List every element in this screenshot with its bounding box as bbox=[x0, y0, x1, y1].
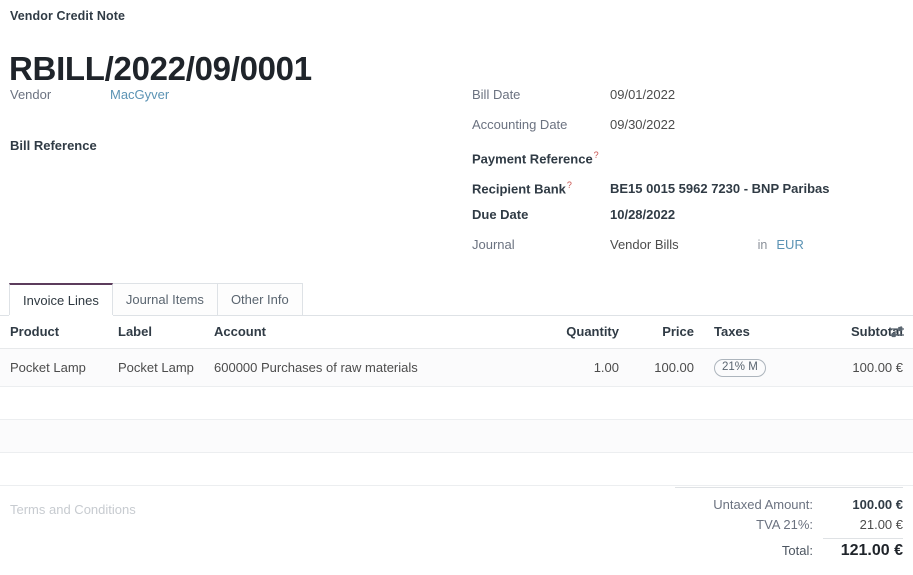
field-journal: Journal Vendor Bills in EUR bbox=[462, 236, 913, 266]
cell-empty[interactable] bbox=[204, 387, 534, 420]
field-accounting-date-value[interactable]: 09/30/2022 bbox=[610, 116, 913, 134]
field-recipient-bank-label-text: Recipient Bank bbox=[472, 181, 566, 196]
help-question-icon[interactable]: ? bbox=[567, 180, 572, 190]
cell-empty[interactable] bbox=[814, 453, 913, 486]
table-header-row: Product Label Account Quantity Price Tax… bbox=[0, 316, 913, 349]
field-due-date-label: Due Date bbox=[462, 206, 610, 224]
table-row-empty[interactable] bbox=[0, 387, 913, 420]
table-row-empty[interactable] bbox=[0, 453, 913, 486]
terms-and-conditions-placeholder[interactable]: Terms and Conditions bbox=[10, 502, 136, 517]
field-bill-reference-label: Bill Reference bbox=[0, 137, 110, 155]
field-bill-date-label: Bill Date bbox=[462, 86, 610, 104]
tab-invoice-lines[interactable]: Invoice Lines bbox=[9, 283, 113, 315]
cell-empty[interactable] bbox=[0, 420, 108, 453]
total-row-grand: Total: 121.00 € bbox=[675, 538, 903, 561]
column-header-price[interactable]: Price bbox=[629, 316, 704, 349]
field-due-date-value[interactable]: 10/28/2022 bbox=[610, 206, 913, 224]
cell-empty[interactable] bbox=[704, 420, 814, 453]
field-bill-date: Bill Date 09/01/2022 bbox=[462, 86, 913, 116]
tab-journal-items[interactable]: Journal Items bbox=[112, 283, 218, 315]
field-bill-reference: Bill Reference bbox=[0, 137, 450, 167]
column-header-label[interactable]: Label bbox=[108, 316, 204, 349]
vendor-link[interactable]: MacGyver bbox=[110, 87, 169, 102]
cell-empty[interactable] bbox=[108, 453, 204, 486]
header-fields-right: Bill Date 09/01/2022 Accounting Date 09/… bbox=[462, 86, 913, 266]
field-vendor-label: Vendor bbox=[0, 86, 110, 104]
journal-name[interactable]: Vendor Bills bbox=[610, 236, 679, 254]
cell-account[interactable]: 600000 Purchases of raw materials bbox=[204, 349, 534, 387]
cell-empty[interactable] bbox=[704, 387, 814, 420]
field-bill-date-value[interactable]: 09/01/2022 bbox=[610, 86, 913, 104]
column-header-product[interactable]: Product bbox=[0, 316, 108, 349]
field-journal-value: Vendor Bills in EUR bbox=[610, 236, 913, 254]
field-vendor: Vendor MacGyver bbox=[0, 86, 450, 116]
field-recipient-bank-label: Recipient Bank? bbox=[462, 176, 610, 198]
total-value-tax: 21.00 € bbox=[823, 515, 903, 535]
field-payment-reference-label: Payment Reference? bbox=[462, 146, 610, 168]
cell-empty[interactable] bbox=[629, 453, 704, 486]
field-payment-reference: Payment Reference? bbox=[462, 146, 913, 176]
column-header-account[interactable]: Account bbox=[204, 316, 534, 349]
cell-empty[interactable] bbox=[534, 453, 629, 486]
cell-empty[interactable] bbox=[814, 420, 913, 453]
field-vendor-value: MacGyver bbox=[110, 86, 450, 104]
cell-price[interactable]: 100.00 bbox=[629, 349, 704, 387]
cell-empty[interactable] bbox=[204, 453, 534, 486]
total-label-untaxed: Untaxed Amount: bbox=[713, 495, 823, 515]
cell-empty[interactable] bbox=[534, 387, 629, 420]
field-recipient-bank-value[interactable]: BE15 0015 5962 7230 - BNP Paribas bbox=[610, 180, 913, 198]
cell-empty[interactable] bbox=[629, 420, 704, 453]
total-row-tax: TVA 21%: 21.00 € bbox=[675, 515, 903, 535]
invoice-lines-table: Product Label Account Quantity Price Tax… bbox=[0, 316, 913, 486]
total-row-untaxed: Untaxed Amount: 100.00 € bbox=[675, 495, 903, 515]
page-title: RBILL/2022/09/0001 bbox=[9, 49, 312, 89]
currency-link[interactable]: EUR bbox=[776, 236, 803, 254]
column-header-subtotal[interactable]: Subtotal bbox=[814, 316, 913, 349]
column-header-taxes[interactable]: Taxes bbox=[704, 316, 814, 349]
cell-empty[interactable] bbox=[108, 420, 204, 453]
cell-empty[interactable] bbox=[0, 387, 108, 420]
notebook-tab-bar: Invoice Lines Journal Items Other Info bbox=[0, 283, 913, 316]
cell-taxes[interactable]: 21% M bbox=[704, 349, 814, 387]
field-accounting-date-label: Accounting Date bbox=[462, 116, 610, 134]
total-label-grand: Total: bbox=[782, 541, 823, 561]
table-row[interactable]: Pocket Lamp Pocket Lamp 600000 Purchases… bbox=[0, 349, 913, 387]
total-label-tax[interactable]: TVA 21%: bbox=[756, 515, 823, 535]
cell-product[interactable]: Pocket Lamp bbox=[0, 349, 108, 387]
header-fields-left: Vendor MacGyver Bill Reference bbox=[0, 86, 450, 167]
cell-empty[interactable] bbox=[0, 453, 108, 486]
cell-empty[interactable] bbox=[814, 387, 913, 420]
currency-connector-text: in bbox=[688, 236, 768, 254]
cell-empty[interactable] bbox=[629, 387, 704, 420]
cell-quantity[interactable]: 1.00 bbox=[534, 349, 629, 387]
help-question-icon[interactable]: ? bbox=[594, 150, 599, 160]
notebook: Invoice Lines Journal Items Other Info P… bbox=[0, 283, 913, 486]
column-header-quantity[interactable]: Quantity bbox=[534, 316, 629, 349]
cell-subtotal: 100.00 € bbox=[814, 349, 913, 387]
field-journal-label: Journal bbox=[462, 236, 610, 254]
document-type-label: Vendor Credit Note bbox=[10, 9, 125, 23]
tax-badge[interactable]: 21% M bbox=[714, 359, 766, 377]
invoice-lines-body: Pocket Lamp Pocket Lamp 600000 Purchases… bbox=[0, 349, 913, 486]
cell-empty[interactable] bbox=[704, 453, 814, 486]
sliders-icon[interactable] bbox=[889, 325, 905, 339]
field-payment-reference-label-text: Payment Reference bbox=[472, 151, 593, 166]
cell-empty[interactable] bbox=[108, 387, 204, 420]
totals-block: Untaxed Amount: 100.00 € TVA 21%: 21.00 … bbox=[675, 487, 903, 561]
cell-empty[interactable] bbox=[534, 420, 629, 453]
total-value-untaxed: 100.00 € bbox=[823, 495, 903, 515]
table-row-empty[interactable] bbox=[0, 420, 913, 453]
field-accounting-date: Accounting Date 09/30/2022 bbox=[462, 116, 913, 146]
field-recipient-bank: Recipient Bank? BE15 0015 5962 7230 - BN… bbox=[462, 176, 913, 206]
cell-label[interactable]: Pocket Lamp bbox=[108, 349, 204, 387]
total-value-grand: 121.00 € bbox=[823, 538, 903, 561]
tab-other-info[interactable]: Other Info bbox=[217, 283, 303, 315]
invoice-footer: Terms and Conditions Untaxed Amount: 100… bbox=[0, 487, 913, 575]
field-due-date: Due Date 10/28/2022 bbox=[462, 206, 913, 236]
cell-empty[interactable] bbox=[204, 420, 534, 453]
